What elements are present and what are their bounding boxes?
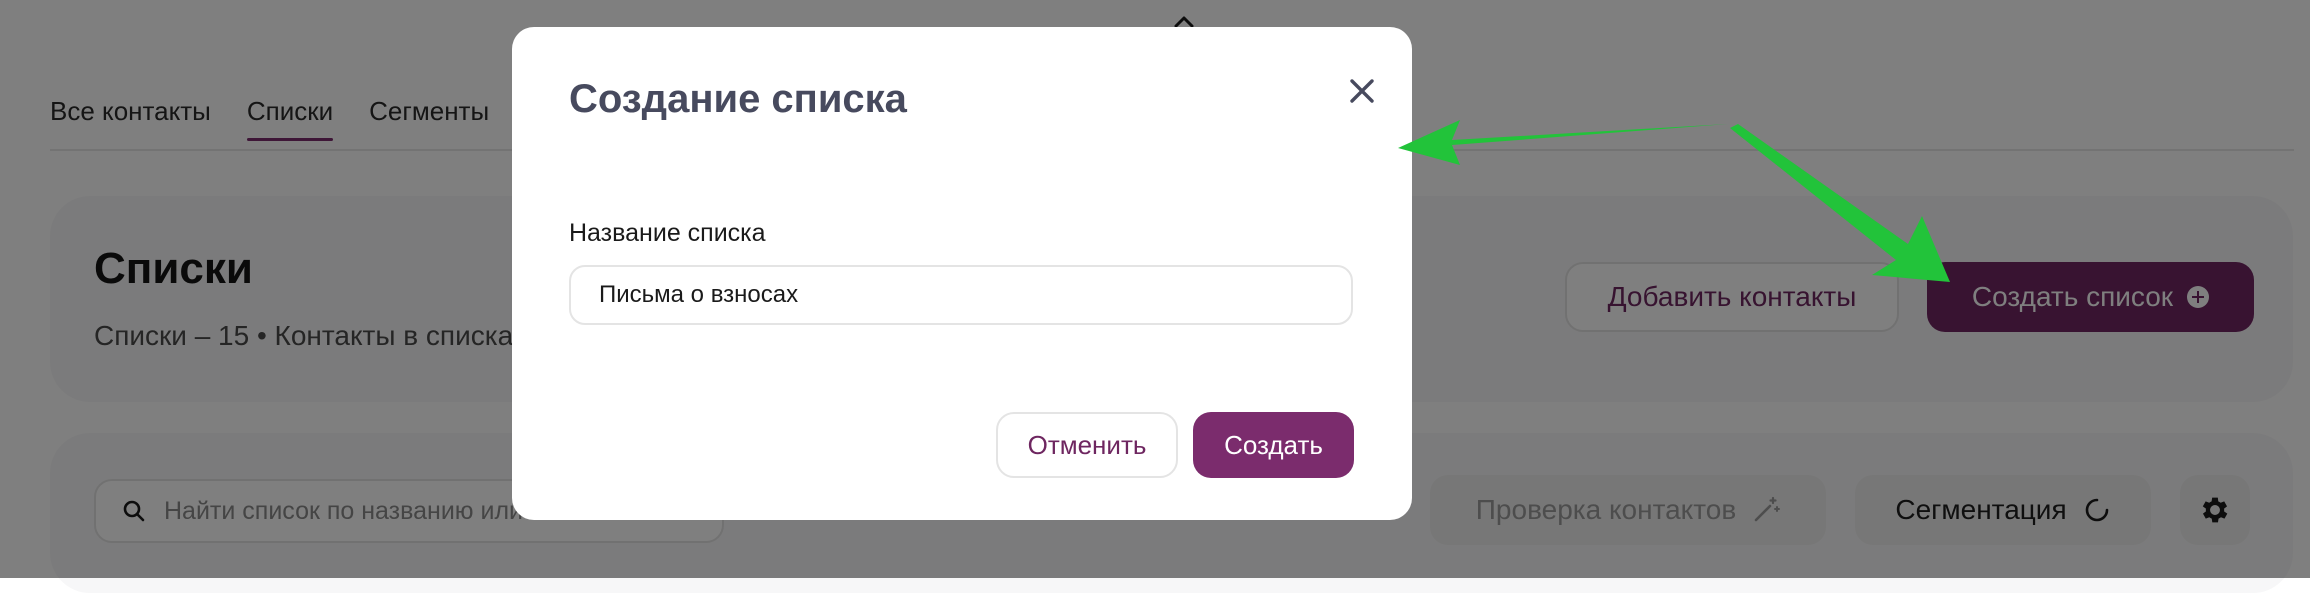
cancel-label: Отменить	[1027, 429, 1147, 460]
list-name-input[interactable]: Письма о взносах	[569, 265, 1353, 325]
dialog-title: Создание списка	[569, 77, 907, 121]
list-name-value: Письма о взносах	[599, 281, 799, 308]
create-list-dialog: Создание списка Название списка Письма о…	[512, 27, 1412, 520]
list-name-label: Название списка	[569, 219, 766, 247]
cancel-button[interactable]: Отменить	[996, 412, 1178, 478]
create-button[interactable]: Создать	[1193, 412, 1354, 478]
close-icon[interactable]	[1344, 73, 1380, 109]
create-label: Создать	[1224, 429, 1323, 460]
